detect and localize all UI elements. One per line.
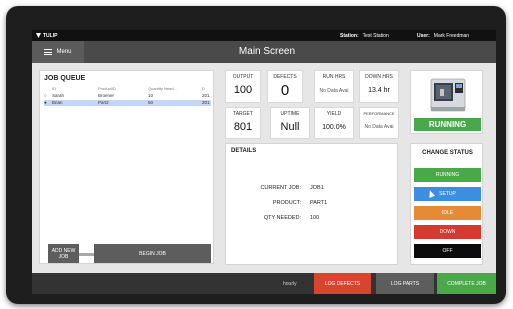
- target-label: TARGET: [233, 111, 253, 117]
- table-row-selected[interactable]: ● Brian Part2 50 201: [44, 100, 211, 106]
- log-parts-label: LOG PARTS: [390, 280, 420, 287]
- product-value: PART1: [310, 200, 328, 206]
- table-row[interactable]: ○ Sarah Broener 10 201: [44, 93, 211, 99]
- log-parts-button[interactable]: LOG PARTS: [376, 273, 434, 294]
- uptime-value: Null: [280, 121, 300, 133]
- pointer-cursor-icon: [426, 189, 436, 198]
- column-header-id[interactable]: ID: [52, 86, 56, 91]
- output-label: OUTPUT: [232, 74, 254, 80]
- user-label: User:: [417, 33, 430, 39]
- target-value: 801: [233, 121, 253, 133]
- row-product: Broener: [98, 93, 115, 98]
- output-value: 100: [233, 84, 253, 96]
- down-hrs-label: DOWN HRS: [365, 74, 393, 80]
- add-new-job-label: ADD NEW JOB: [51, 247, 76, 260]
- bottom-action-bar: hourly LOG DEFECTS LOG PARTS COMPLETE JO…: [32, 273, 496, 294]
- details-title: DETAILS: [231, 148, 257, 154]
- row-d: 201: [202, 93, 210, 98]
- user-value: Mark Freedman: [433, 33, 470, 39]
- status-setup-label: SETUP: [439, 191, 456, 197]
- row-d: 201: [202, 100, 210, 105]
- add-new-job-button[interactable]: ADD NEW JOB: [48, 244, 79, 263]
- detail-row-current-job: CURRENT JOB: JOB1: [226, 185, 399, 192]
- status-running-label: RUNNING: [435, 172, 460, 178]
- uptime-tile: UPTIME Null: [270, 107, 310, 139]
- log-defects-button[interactable]: LOG DEFECTS: [314, 273, 371, 294]
- defects-label: DEFECTS: [273, 74, 297, 80]
- detail-row-qty: QTY NEEDED: 100: [226, 215, 399, 222]
- status-down-button[interactable]: DOWN: [414, 225, 481, 239]
- row-quantity: 10: [148, 93, 154, 98]
- machine-status-badge: RUNNING: [414, 118, 481, 131]
- log-defects-label: LOG DEFECTS: [324, 280, 361, 287]
- menu-label: Menu: [56, 49, 72, 55]
- tulip-logo-icon: [36, 33, 41, 38]
- run-hrs-value: No Data Avai: [319, 88, 349, 94]
- row-id: Brian: [52, 100, 63, 105]
- status-down-label: DOWN: [439, 229, 456, 235]
- status-idle-button[interactable]: IDLE: [414, 206, 481, 220]
- yield-label: YIELD: [326, 111, 342, 117]
- uptime-label: UPTIME: [280, 111, 300, 117]
- radio-empty-icon: ○: [44, 93, 47, 98]
- app-logo: TULIP: [36, 33, 57, 39]
- run-hrs-tile: RUN HRS No Data Avai: [314, 70, 354, 103]
- complete-job-label: COMPLETE JOB: [447, 280, 486, 287]
- yield-value: 100.0%: [322, 124, 346, 131]
- machine-status-panel: RUNNING: [410, 70, 483, 134]
- job-queue-title: JOB QUEUE: [44, 75, 86, 82]
- defects-value: 0: [280, 82, 290, 99]
- station-value: Test Station: [362, 33, 389, 39]
- down-hrs-value: 13.4 hr: [368, 87, 390, 94]
- defects-tile: DEFECTS 0: [267, 70, 303, 103]
- column-header-d[interactable]: D: [202, 86, 205, 91]
- column-header-quantity[interactable]: Quantity Need...: [148, 86, 177, 91]
- app-name: TULIP: [43, 33, 58, 39]
- radio-selected-icon: ●: [44, 100, 47, 105]
- station-info: Station: Test Station: [340, 33, 389, 39]
- row-quantity: 50: [148, 100, 154, 105]
- status-idle-label: IDLE: [441, 210, 454, 216]
- status-setup-button[interactable]: SETUP: [414, 187, 481, 201]
- performance-tile: PERFORMANCE No Data Avai: [359, 107, 399, 139]
- current-job-value: JOB1: [310, 185, 324, 191]
- product-label: PRODUCT:: [272, 200, 301, 206]
- performance-value: No Data Avai: [364, 124, 394, 130]
- menu-button[interactable]: Menu: [32, 41, 84, 63]
- job-queue-panel: JOB QUEUE ID ProductID Quantity Need... …: [39, 70, 214, 264]
- job-queue-header: ID ProductID Quantity Need... D: [44, 86, 211, 92]
- hourly-label: hourly: [283, 281, 297, 287]
- status-off-button[interactable]: OFF: [414, 244, 481, 258]
- down-hrs-tile: DOWN HRS 13.4 hr: [359, 70, 399, 103]
- hamburger-icon: [44, 49, 53, 55]
- qty-needed-value: 100: [310, 215, 320, 221]
- performance-label: PERFORMANCE: [363, 111, 395, 116]
- run-hrs-label: RUN HRS: [322, 74, 346, 80]
- station-label: Station:: [340, 33, 359, 39]
- page-title: Main Screen: [238, 46, 296, 57]
- begin-job-button[interactable]: BEGIN JOB: [94, 244, 211, 263]
- status-running-button[interactable]: RUNNING: [414, 168, 481, 182]
- qty-needed-label: QTY NEEDED:: [263, 215, 301, 221]
- tablet-frame: TULIP Station: Test Station User: Mark Fre…: [6, 6, 506, 304]
- yield-tile: YIELD 100.0%: [314, 107, 354, 139]
- detail-row-product: PRODUCT: PART1: [226, 200, 399, 207]
- status-off-label: OFF: [442, 248, 453, 254]
- output-tile: OUTPUT 100: [225, 70, 261, 103]
- change-status-title: CHANGE STATUS: [422, 150, 473, 156]
- current-job-label: CURRENT JOB:: [260, 185, 301, 191]
- begin-job-label: BEGIN JOB: [139, 250, 166, 257]
- target-tile: TARGET 801: [225, 107, 261, 139]
- app-screen: TULIP Station: Test Station User: Mark Fre…: [32, 30, 496, 294]
- row-product: Part2: [98, 100, 109, 105]
- row-id: Sarah: [52, 93, 65, 98]
- cnc-machine-icon: [430, 78, 466, 112]
- details-panel: DETAILS CURRENT JOB: JOB1 PRODUCT: PART1…: [225, 143, 398, 265]
- complete-job-button[interactable]: COMPLETE JOB: [437, 273, 496, 294]
- top-status-bar: TULIP Station: Test Station User: Mark Fre…: [32, 30, 496, 41]
- column-header-product[interactable]: ProductID: [98, 86, 116, 91]
- user-info: User: Mark Freedman: [417, 33, 469, 39]
- change-status-panel: CHANGE STATUS RUNNING SETUP IDLE DOWN OF…: [410, 143, 483, 265]
- nav-bar: Menu Main Screen: [32, 41, 496, 63]
